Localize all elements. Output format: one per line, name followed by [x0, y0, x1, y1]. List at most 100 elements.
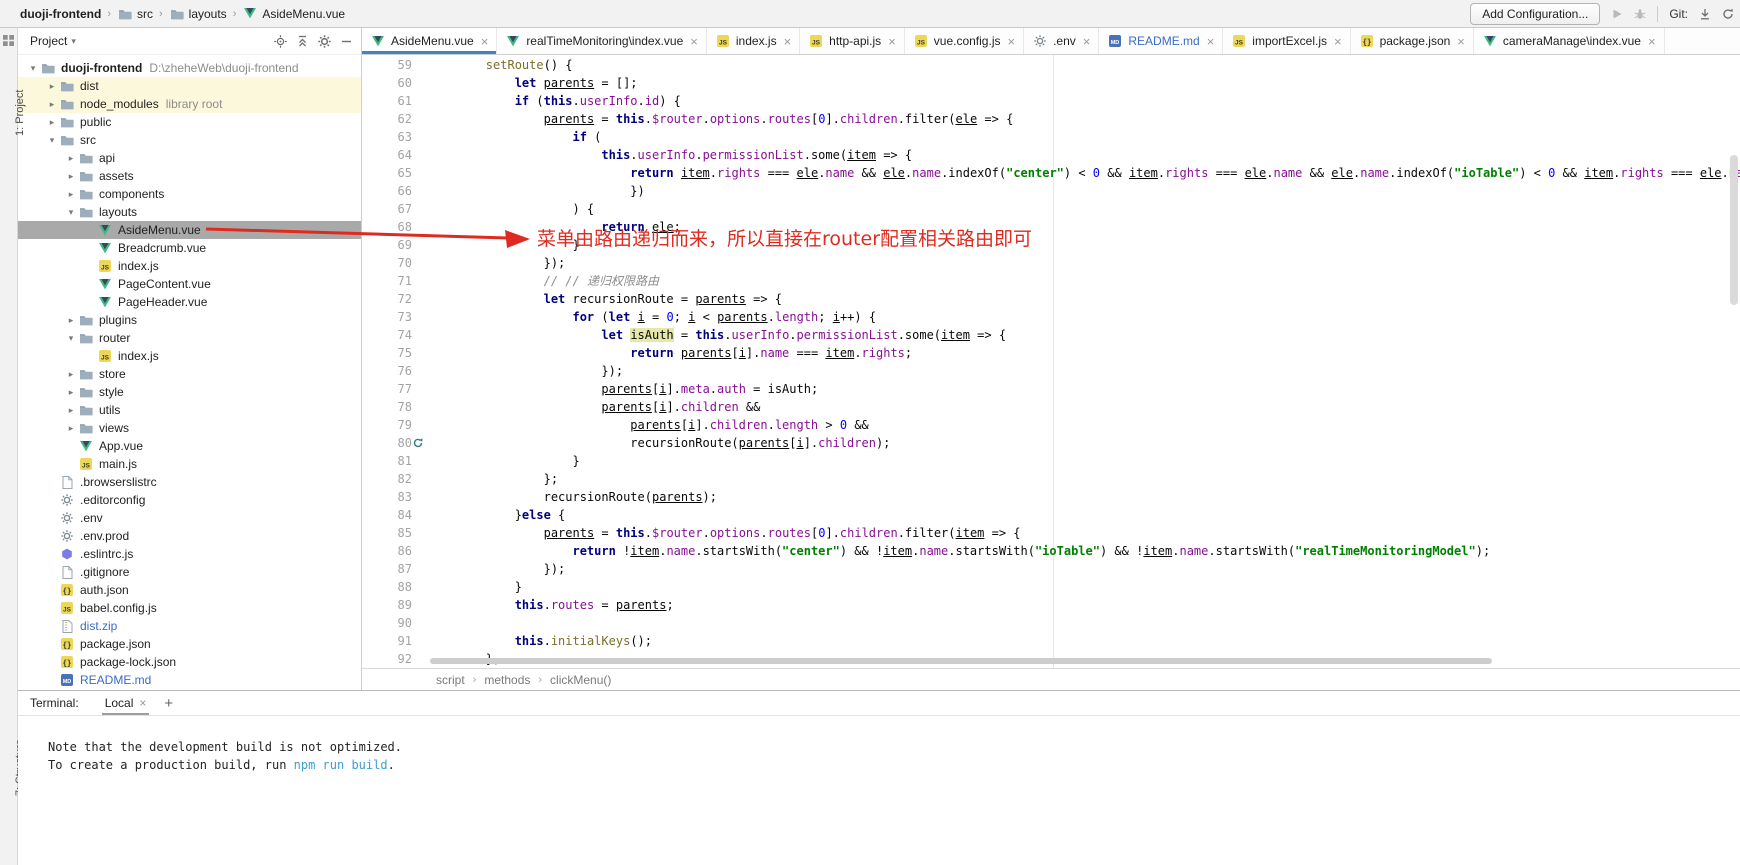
tree-item[interactable]: JSbabel.config.js	[18, 599, 361, 617]
project-view-selector[interactable]: Project ▾	[30, 34, 76, 48]
tree-item[interactable]: JSindex.js	[18, 257, 361, 275]
tree-item[interactable]: ▸utils	[18, 401, 361, 419]
vue-icon	[97, 225, 113, 236]
breadcrumb-item[interactable]: duoji-frontend	[20, 7, 101, 21]
editor-tab[interactable]: JSvue.config.js×	[905, 28, 1024, 54]
chevron-down-icon[interactable]: ▾	[26, 63, 40, 74]
editor-breadcrumb-item[interactable]: methods	[484, 673, 530, 687]
chevron-right-icon[interactable]: ▸	[45, 99, 59, 110]
chevron-right-icon[interactable]: ▸	[64, 405, 78, 416]
settings-gear-icon[interactable]	[318, 35, 331, 48]
tree-item[interactable]: .gitignore	[18, 563, 361, 581]
chevron-right-icon[interactable]: ▸	[64, 315, 78, 326]
chevron-down-icon[interactable]: ▾	[64, 207, 78, 218]
code-text: });	[428, 362, 1740, 380]
tree-item[interactable]: ▸node_moduleslibrary root	[18, 95, 361, 113]
chevron-right-icon[interactable]: ▸	[64, 369, 78, 380]
close-icon[interactable]: ×	[1457, 35, 1465, 48]
tree-item[interactable]: App.vue	[18, 437, 361, 455]
tree-item[interactable]: {}auth.json	[18, 581, 361, 599]
close-icon[interactable]: ×	[690, 35, 698, 48]
tree-item[interactable]: ▸store	[18, 365, 361, 383]
tree-item[interactable]: .env.prod	[18, 527, 361, 545]
editor-tab[interactable]: JSindex.js×	[707, 28, 800, 54]
breadcrumb-item[interactable]: AsideMenu.vue	[242, 7, 345, 21]
tree-item[interactable]: Breadcrumb.vue	[18, 239, 361, 257]
breadcrumb-item[interactable]: layouts	[169, 7, 227, 21]
chevron-down-icon[interactable]: ▾	[64, 333, 78, 344]
editor-tab[interactable]: AsideMenu.vue×	[362, 28, 497, 54]
hide-panel-icon[interactable]	[340, 35, 353, 48]
tree-item[interactable]: ▸style	[18, 383, 361, 401]
tree-item[interactable]: AsideMenu.vue	[18, 221, 361, 239]
vertical-scrollbar[interactable]	[1730, 155, 1738, 305]
breadcrumb-item[interactable]: src	[117, 7, 153, 21]
editor-tab[interactable]: realTimeMonitoring\index.vue×	[497, 28, 707, 54]
tool-windows-icon[interactable]	[3, 35, 14, 46]
tree-item[interactable]: {}package-lock.json	[18, 653, 361, 671]
tree-item[interactable]: ▸views	[18, 419, 361, 437]
editor-breadcrumb-item[interactable]: script	[436, 673, 465, 687]
chevron-right-icon[interactable]: ▸	[64, 153, 78, 164]
tree-item[interactable]: ▸components	[18, 185, 361, 203]
tree-item[interactable]: .editorconfig	[18, 491, 361, 509]
close-icon[interactable]: ×	[1207, 35, 1215, 48]
tree-item[interactable]: ▾duoji-frontendD:\zheheWeb\duoji-fronten…	[18, 59, 361, 77]
tree-item[interactable]: PageContent.vue	[18, 275, 361, 293]
chevron-down-icon[interactable]: ▾	[45, 135, 59, 146]
close-icon[interactable]: ×	[784, 35, 792, 48]
locate-file-icon[interactable]	[274, 35, 287, 48]
tree-item[interactable]: .env	[18, 509, 361, 527]
tree-item[interactable]: ▾src	[18, 131, 361, 149]
chevron-right-icon[interactable]: ▸	[64, 387, 78, 398]
close-icon[interactable]: ×	[1083, 35, 1091, 48]
close-icon[interactable]: ×	[888, 35, 896, 48]
editor-tab[interactable]: JSimportExcel.js×	[1223, 28, 1350, 54]
tree-item[interactable]: ▾layouts	[18, 203, 361, 221]
run-icon[interactable]	[1611, 8, 1623, 20]
editor-tab[interactable]: JShttp-api.js×	[800, 28, 905, 54]
close-icon[interactable]: ×	[1334, 35, 1342, 48]
chevron-right-icon[interactable]: ▸	[45, 81, 59, 92]
code-text: return !item.name.startsWith("center") &…	[428, 542, 1740, 560]
chevron-right-icon[interactable]: ▸	[45, 117, 59, 128]
tree-item[interactable]: ▸plugins	[18, 311, 361, 329]
tree-item[interactable]: ▸api	[18, 149, 361, 167]
add-configuration-button[interactable]: Add Configuration...	[1470, 3, 1600, 25]
tree-item[interactable]: JSmain.js	[18, 455, 361, 473]
tree-item[interactable]: PageHeader.vue	[18, 293, 361, 311]
line-number: 77	[362, 380, 428, 398]
tree-item[interactable]: .browserslistrc	[18, 473, 361, 491]
tree-item[interactable]: ▸public	[18, 113, 361, 131]
new-terminal-button[interactable]: +	[164, 695, 173, 712]
tree-item[interactable]: dist.zip	[18, 617, 361, 635]
collapse-all-icon[interactable]	[296, 35, 309, 48]
editor-breadcrumb-item[interactable]: clickMenu()	[550, 673, 611, 687]
close-icon[interactable]: ×	[481, 35, 489, 48]
chevron-right-icon[interactable]: ▸	[64, 189, 78, 200]
editor-tab[interactable]: cameraManage\index.vue×	[1474, 28, 1665, 54]
close-icon[interactable]: ×	[1007, 35, 1015, 48]
editor-tab[interactable]: MDREADME.md×	[1099, 28, 1223, 54]
close-icon[interactable]: ×	[139, 696, 146, 710]
chevron-right-icon[interactable]: ▸	[64, 171, 78, 182]
vcs-update-icon[interactable]	[1699, 8, 1711, 20]
tree-item[interactable]: ▾router	[18, 329, 361, 347]
tree-item[interactable]: JSindex.js	[18, 347, 361, 365]
folder-icon	[40, 62, 56, 74]
editor-tab[interactable]: {}package.json×	[1351, 28, 1474, 54]
tree-item[interactable]: ▸dist	[18, 77, 361, 95]
code-editor[interactable]: 59setRoute() {60let parents = [];61if (t…	[362, 55, 1740, 668]
terminal-tab-local[interactable]: Local ×	[99, 691, 153, 715]
debug-icon[interactable]	[1634, 8, 1646, 20]
tree-item[interactable]: {}package.json	[18, 635, 361, 653]
horizontal-scrollbar[interactable]	[430, 658, 1492, 664]
editor-tab[interactable]: .env×	[1024, 28, 1099, 54]
project-toolwindow-button[interactable]: 1: Project	[14, 90, 26, 136]
tree-item[interactable]: MDREADME.md	[18, 671, 361, 689]
tree-item[interactable]: .eslintrc.js	[18, 545, 361, 563]
vcs-refresh-icon[interactable]	[1722, 8, 1734, 20]
tree-item[interactable]: ▸assets	[18, 167, 361, 185]
chevron-right-icon[interactable]: ▸	[64, 423, 78, 434]
close-icon[interactable]: ×	[1648, 35, 1656, 48]
